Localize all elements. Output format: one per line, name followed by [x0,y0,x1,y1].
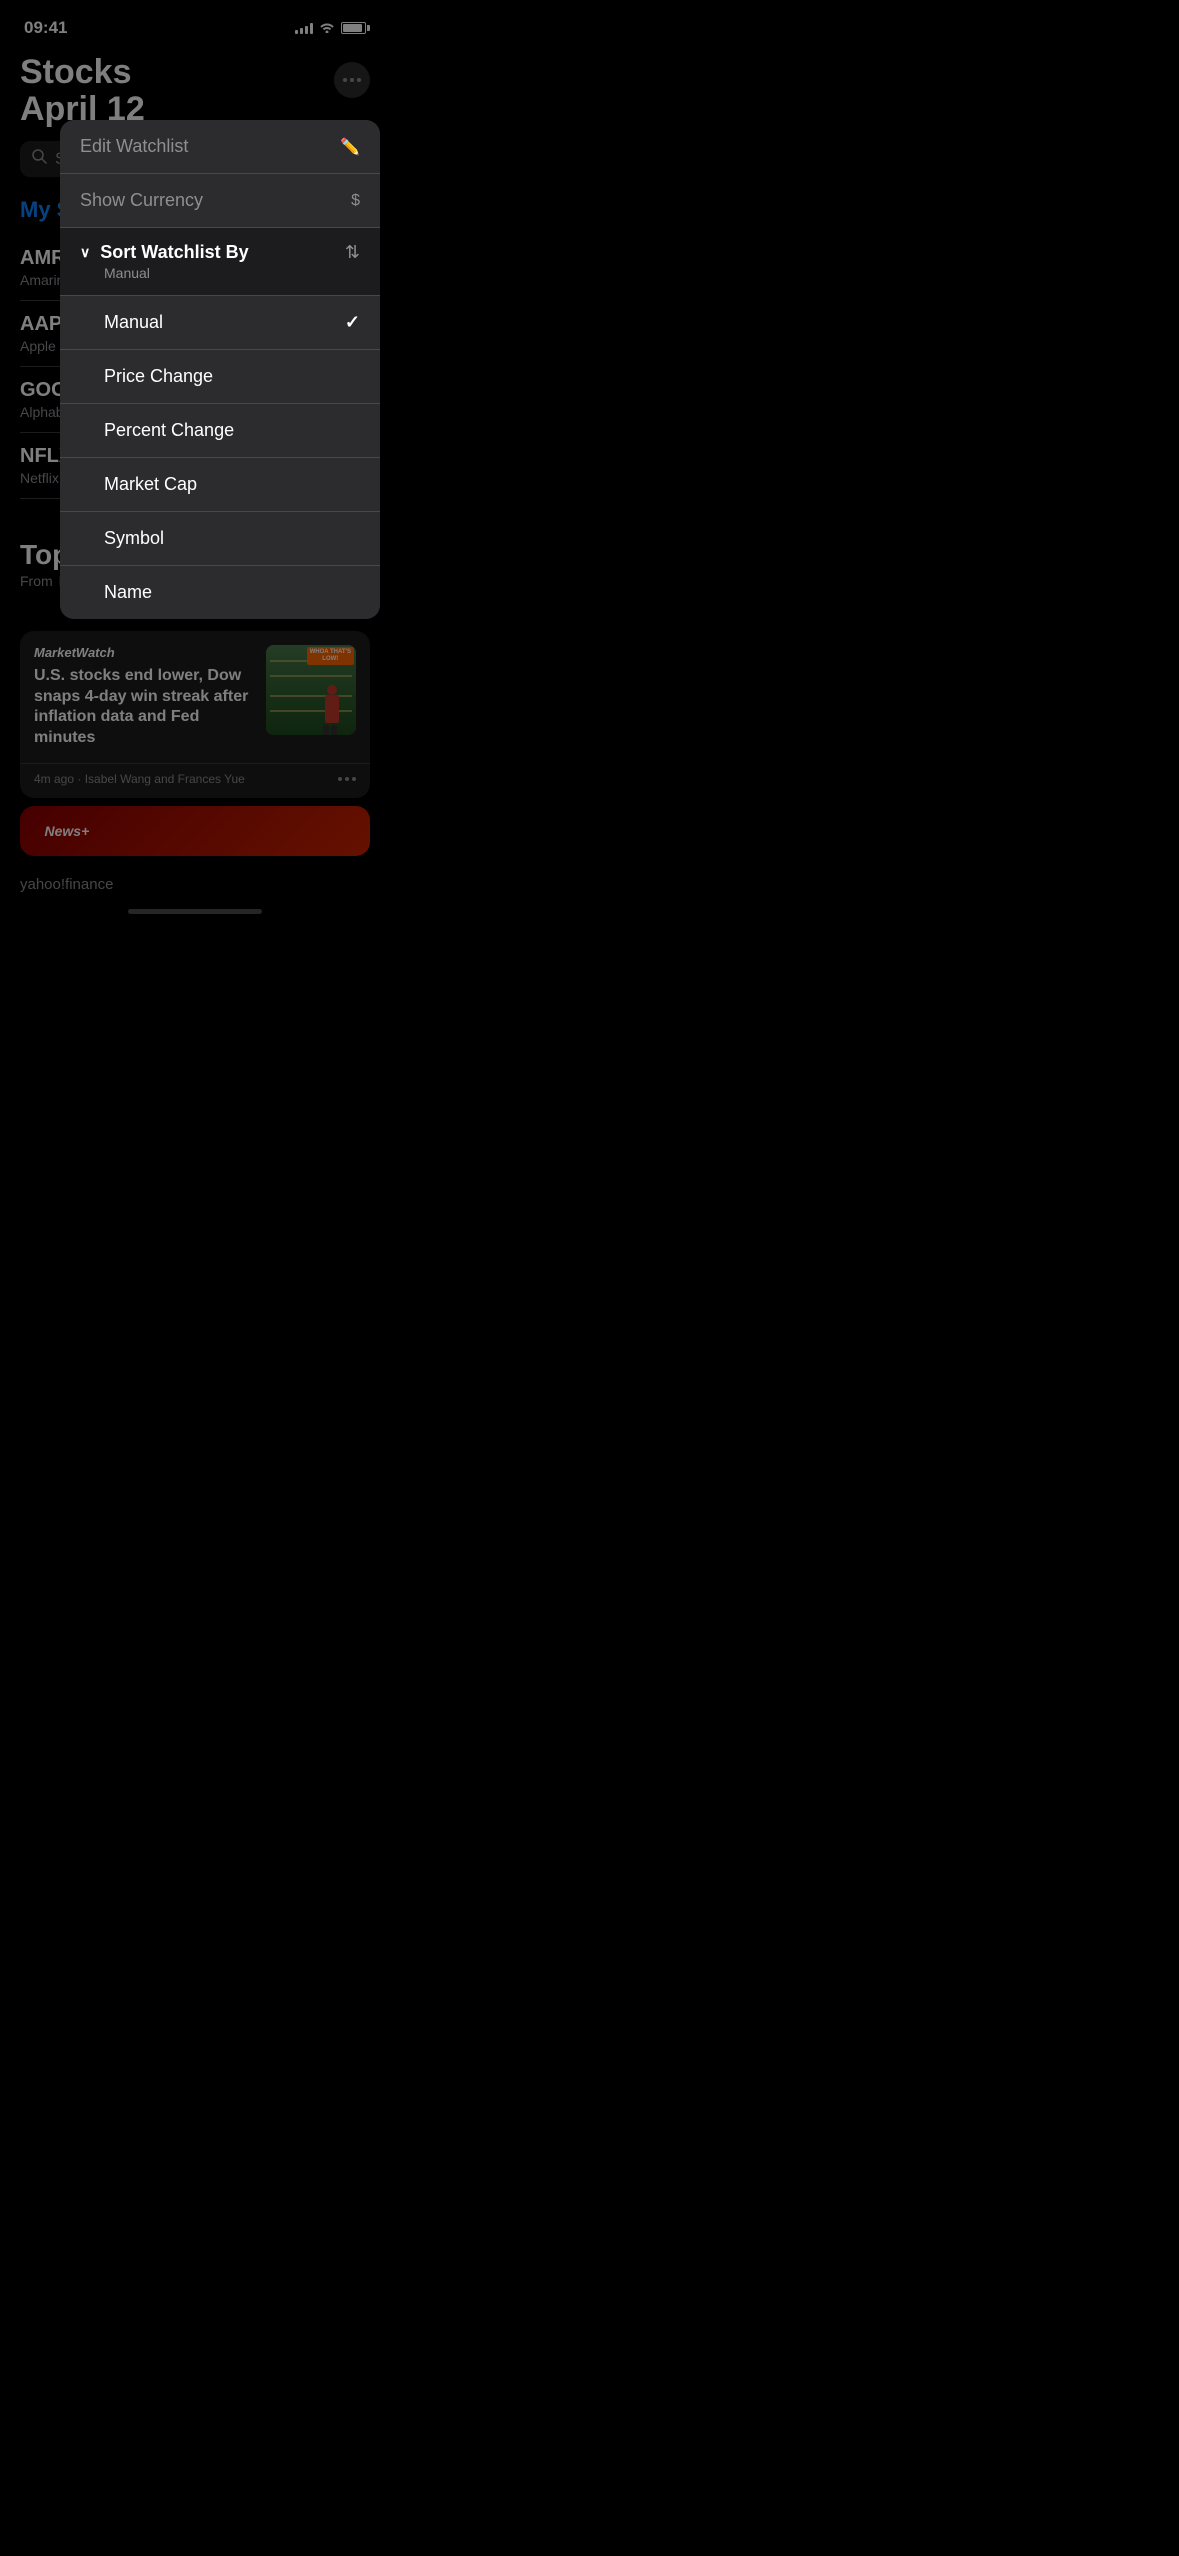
edit-watchlist-label: Edit Watchlist [80,136,188,157]
sort-option-name[interactable]: Name [60,566,380,619]
sort-option-label: Percent Change [104,420,234,441]
sort-option-market-cap[interactable]: Market Cap [60,458,380,512]
currency-icon: $ [351,192,360,210]
sort-watchlist-title: Sort Watchlist By [100,242,248,263]
sort-option-label: Name [104,582,152,603]
sort-option-label: Market Cap [104,474,197,495]
show-currency-label: Show Currency [80,190,203,211]
sort-option-label: Manual [104,312,163,333]
sort-option-label: Price Change [104,366,213,387]
sort-option-label: Symbol [104,528,164,549]
sort-option-percent-change[interactable]: Percent Change [60,404,380,458]
edit-watchlist-item[interactable]: Edit Watchlist ✏️ [60,120,380,174]
sort-option-manual[interactable]: Manual ✓ [60,296,380,350]
sort-options-list: Manual ✓ Price Change Percent Change Mar… [60,296,380,619]
dropdown-menu: Edit Watchlist ✏️ Show Currency $ ∨ Sort… [60,120,380,619]
show-currency-item[interactable]: Show Currency $ [60,174,380,228]
sort-subtitle: Manual [80,265,360,281]
chevron-down-icon: ∨ [80,244,90,261]
sort-watchlist-header[interactable]: ∨ Sort Watchlist By ⇅ Manual [60,228,380,296]
sort-option-symbol[interactable]: Symbol [60,512,380,566]
check-icon: ✓ [345,312,360,333]
edit-icon: ✏️ [340,137,360,157]
sort-arrows-icon: ⇅ [345,242,360,263]
sort-option-price-change[interactable]: Price Change [60,350,380,404]
